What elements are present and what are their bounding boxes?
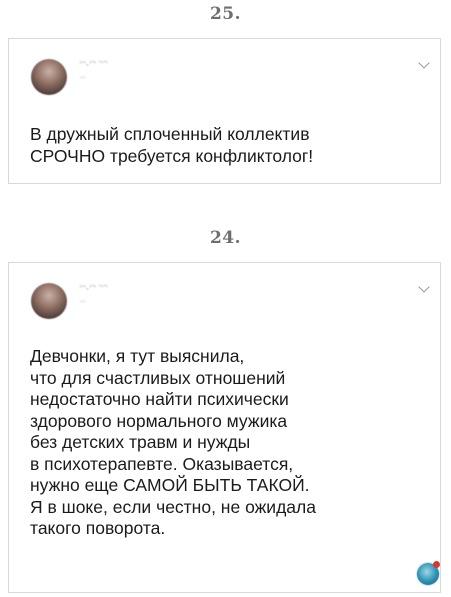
author-handle: ʻʻʻʻ	[79, 301, 86, 308]
chevron-down-icon[interactable]	[418, 57, 430, 69]
author-name[interactable]: ʻʻʻ-ʻʼʻ ʼʻʼʻ	[79, 60, 108, 69]
globe-badge-icon	[417, 561, 440, 585]
chevron-down-icon[interactable]	[418, 281, 430, 293]
tweet-text: Девчонки, я тут выяснила, что для счастл…	[30, 346, 316, 538]
author-name[interactable]: ʻʻʻ-ʻʼʻ ʼʻʼʻ	[79, 284, 108, 293]
avatar[interactable]	[31, 59, 67, 95]
avatar[interactable]	[31, 283, 67, 319]
post-number: 25.	[209, 4, 242, 24]
post-number: 24.	[209, 228, 242, 248]
tweet-text: В дружный сплоченный коллектив СРОЧНО тр…	[30, 124, 314, 166]
tweet-card[interactable]: ʻʻʻ-ʻʼʻ ʼʻʼʻ ʻʻʻʻ В дружный сплоченный к…	[8, 38, 441, 184]
author-handle: ʻʻʻʻ	[79, 77, 86, 84]
tweet-card[interactable]: ʻʻʻ-ʻʼʻ ʼʻʼʻ ʻʻʻʻ Девчонки, я тут выясни…	[8, 262, 441, 593]
